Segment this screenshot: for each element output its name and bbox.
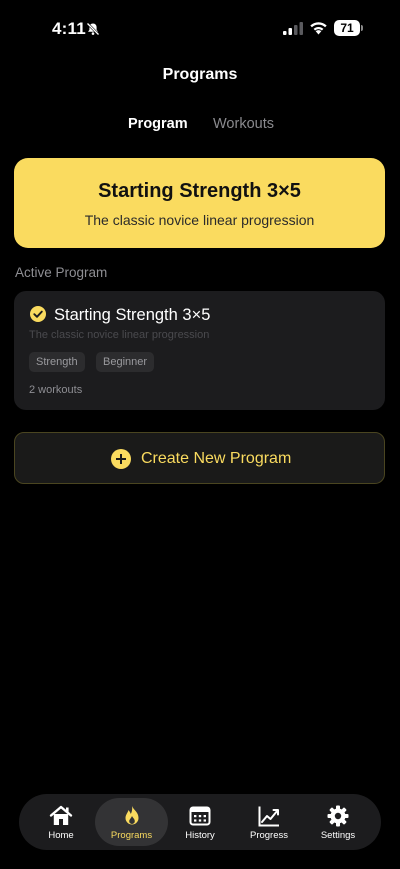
- gear-icon: [327, 805, 349, 827]
- wifi-icon: [310, 22, 327, 35]
- battery-indicator: 71: [334, 20, 364, 36]
- nav-history-label: History: [185, 830, 215, 841]
- workout-count: 2 workouts: [29, 384, 83, 396]
- program-description: The classic novice linear progression: [29, 329, 210, 341]
- checkmark-icon: [30, 306, 46, 322]
- programs-screen: 4:11 71 Programs Program Workouts Starti…: [0, 0, 400, 869]
- nav-settings-label: Settings: [320, 830, 356, 841]
- create-program-button[interactable]: Create New Program: [14, 432, 385, 484]
- tag-beginner: Beginner: [96, 352, 155, 372]
- nav-home[interactable]: Home: [26, 798, 96, 846]
- nav-progress-label: Progress: [249, 830, 288, 841]
- tab-workouts[interactable]: Workouts: [213, 116, 274, 132]
- battery-level: 71: [334, 20, 360, 36]
- active-program-label: Active Program: [15, 265, 108, 280]
- plus-circle-icon: [111, 449, 131, 469]
- nav-programs[interactable]: Programs: [95, 798, 168, 846]
- create-program-label: Create New Program: [141, 450, 292, 467]
- nav-home-label: Home: [48, 830, 74, 841]
- banner-subtitle: The classic novice linear progression: [84, 212, 315, 228]
- nav-history[interactable]: History: [165, 798, 235, 846]
- calendar-icon: [189, 806, 211, 826]
- current-program-banner[interactable]: Starting Strength 3×5 The classic novice…: [14, 158, 385, 248]
- chart-icon: [258, 806, 279, 827]
- tag-strength: Strength: [29, 352, 85, 372]
- nav-progress[interactable]: Progress: [234, 798, 304, 846]
- nav-settings[interactable]: Settings: [303, 798, 373, 846]
- segment-tabs: Program Workouts: [0, 116, 400, 136]
- banner-title: Starting Strength 3×5: [98, 180, 301, 202]
- page-title: Programs: [162, 66, 238, 83]
- flame-icon: [125, 806, 138, 825]
- bell-slash-icon: [86, 22, 100, 36]
- battery-cap: [361, 25, 363, 31]
- signal-icon: [283, 22, 303, 35]
- status-bar: 4:11 71: [0, 0, 400, 58]
- bottom-tab-bar: Home Programs History Progress Settings: [19, 794, 381, 850]
- status-time: 4:11: [52, 19, 86, 38]
- program-name: Starting Strength 3×5: [54, 306, 211, 324]
- active-program-card[interactable]: Starting Strength 3×5 The classic novice…: [14, 291, 385, 410]
- home-icon: [49, 805, 73, 825]
- tab-program[interactable]: Program: [128, 116, 188, 132]
- nav-programs-label: Programs: [110, 830, 153, 841]
